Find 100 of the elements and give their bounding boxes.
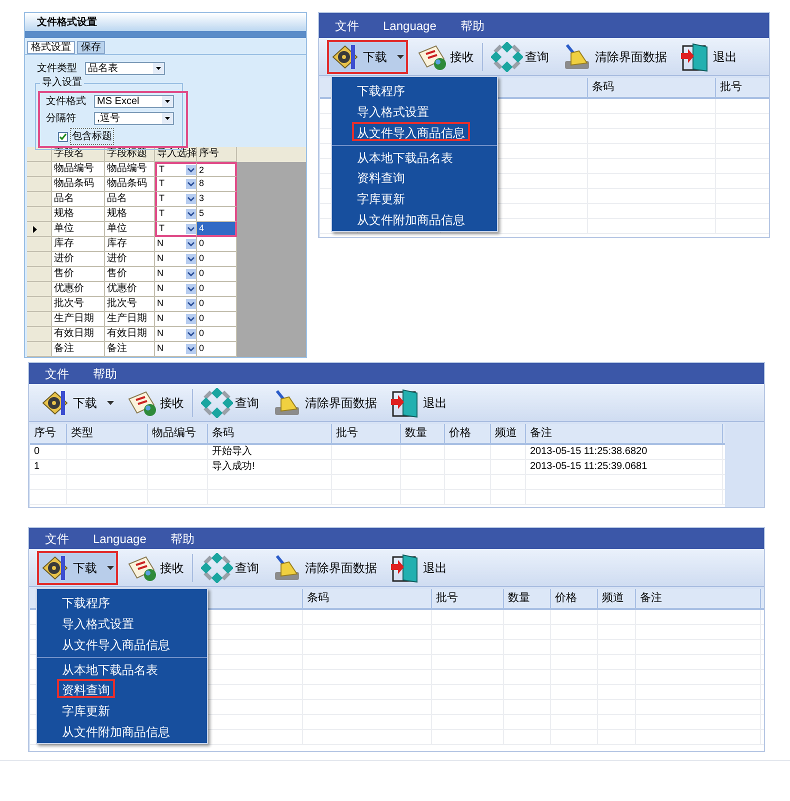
column-header[interactable]: 数量	[504, 589, 551, 608]
menu-option[interactable]: 下载程序	[352, 80, 410, 99]
column-header[interactable]: 批号	[716, 78, 769, 97]
column-header[interactable]: 类型	[67, 424, 148, 443]
menu-option[interactable]: 下载程序	[57, 592, 115, 611]
column-header[interactable]: 序号	[30, 424, 67, 443]
toolbar-button[interactable]: 退出	[385, 386, 451, 420]
menu-option[interactable]: 导入格式设置	[57, 613, 139, 632]
toolbar-button[interactable]: 查询	[197, 386, 263, 420]
toolbar-button[interactable]: 接收	[412, 40, 478, 74]
dropdown-cell[interactable]: N	[155, 327, 197, 342]
toolbar-button[interactable]: 查询	[197, 550, 263, 584]
table-cell[interactable]: 0	[197, 297, 237, 312]
column-header[interactable]: 条码	[588, 78, 716, 97]
column-header[interactable]: 频道	[491, 424, 526, 443]
table-cell: 有效日期	[52, 327, 105, 342]
table-cell: 库存	[105, 237, 155, 252]
menu-option[interactable]: 资料查询	[352, 167, 410, 186]
chevron-down-icon	[186, 239, 196, 249]
toolbar-button[interactable]: 退出	[675, 40, 741, 74]
dropdown-cell[interactable]: N	[155, 297, 197, 312]
column-header[interactable]: 数量	[401, 424, 445, 443]
table-cell: 生产日期	[105, 312, 155, 327]
table-cell[interactable]: 0	[197, 327, 237, 342]
menu-option[interactable]: 从本地下载品名表	[57, 658, 163, 678]
column-header[interactable]: 备注	[526, 424, 723, 443]
dropdown-cell[interactable]: T	[155, 162, 197, 177]
toolbar-button[interactable]: 清除界面数据	[267, 386, 381, 420]
menu-item[interactable]: 帮助	[93, 364, 117, 382]
dropdown-cell[interactable]: T	[155, 192, 197, 207]
column-header[interactable]: 价格	[551, 589, 598, 608]
field-label: 分隔符	[46, 112, 77, 126]
menu-item[interactable]: 帮助	[460, 16, 484, 34]
table-cell: 物品编号	[52, 162, 105, 177]
dropdown-cell[interactable]: T	[155, 222, 197, 237]
table-cell[interactable]: 0	[197, 267, 237, 282]
toolbar-button[interactable]: 下载	[37, 550, 118, 584]
tab[interactable]: 格式设置	[27, 41, 75, 54]
table-cell[interactable]: 0	[197, 342, 237, 357]
menu-item[interactable]: Language	[383, 16, 436, 34]
dropdown-cell[interactable]: N	[155, 312, 197, 327]
menu-option[interactable]: 从文件附加商品信息	[57, 721, 175, 740]
chevron-down-icon	[186, 344, 196, 354]
table-cell[interactable]: 0	[197, 252, 237, 267]
table-cell[interactable]: 8	[197, 177, 237, 192]
toolbar-button[interactable]: 清除界面数据	[557, 40, 671, 74]
toolbar-button[interactable]: 退出	[385, 550, 451, 584]
column-header[interactable]: 条码	[208, 424, 332, 443]
table-cell[interactable]: 0	[197, 282, 237, 297]
table-cell[interactable]: 3	[197, 192, 237, 207]
menu-option[interactable]: 从文件导入商品信息	[352, 122, 470, 141]
table-cell[interactable]: 5	[197, 207, 237, 222]
toolbar-button[interactable]: 接收	[122, 550, 188, 584]
menu-option[interactable]: 从文件导入商品信息	[57, 634, 175, 653]
table-cell: 规格	[52, 207, 105, 222]
column-header[interactable]: 批号	[432, 589, 504, 608]
table-cell[interactable]: 0	[197, 312, 237, 327]
dropdown-cell[interactable]: N	[155, 267, 197, 282]
menu-item[interactable]: Language	[93, 530, 146, 548]
column-header[interactable]: 价格	[445, 424, 491, 443]
toolbar-button[interactable]: 接收	[122, 386, 188, 420]
dropdown-field[interactable]: 品名表	[85, 62, 165, 75]
window-title: 文件格式设置	[37, 16, 97, 30]
chevron-down-icon	[186, 284, 196, 294]
menu-option[interactable]: 字库更新	[352, 188, 410, 207]
document-globe-icon	[126, 554, 158, 582]
menu-item[interactable]: 文件	[45, 530, 69, 548]
column-header[interactable]: 频道	[598, 589, 636, 608]
menu-option[interactable]: 资料查询	[57, 679, 115, 698]
table-cell[interactable]: 4	[197, 222, 237, 237]
menu-option[interactable]: 导入格式设置	[352, 101, 434, 120]
menu-item[interactable]: 帮助	[170, 530, 194, 548]
column-header[interactable]: 物品编号	[148, 424, 208, 443]
toolbar-button[interactable]: 清除界面数据	[267, 550, 381, 584]
dropdown-field[interactable]: MS Excel	[94, 95, 174, 108]
table-cell[interactable]: 0	[197, 237, 237, 252]
menu-item[interactable]: 文件	[45, 364, 69, 382]
dropdown-cell[interactable]: T	[155, 177, 197, 192]
row-header[interactable]	[27, 222, 52, 237]
dropdown-cell[interactable]: N	[155, 342, 197, 357]
menu-option[interactable]: 字库更新	[57, 700, 115, 719]
column-header[interactable]: 条码	[303, 589, 432, 608]
menu-option[interactable]: 从文件附加商品信息	[352, 209, 470, 228]
menu-item[interactable]: 文件	[335, 16, 359, 34]
dropdown-cell[interactable]: N	[155, 282, 197, 297]
toolbar-button[interactable]: 下载	[327, 40, 408, 74]
table-cell[interactable]: 2	[197, 162, 237, 177]
checkbox[interactable]	[58, 132, 68, 142]
dropdown-cell[interactable]: N	[155, 237, 197, 252]
chevron-down-icon	[186, 209, 196, 219]
menu-option[interactable]: 从本地下载品名表	[352, 146, 458, 166]
column-header[interactable]: 备注	[636, 589, 761, 608]
dropdown-cell[interactable]: N	[155, 252, 197, 267]
tab[interactable]: 保存	[77, 41, 105, 54]
toolbar-button[interactable]: 下载	[37, 386, 118, 420]
dropdown-field[interactable]: ,逗号	[94, 112, 174, 125]
dropdown-cell[interactable]: T	[155, 207, 197, 222]
group-title: 导入设置	[40, 77, 84, 89]
column-header[interactable]: 批号	[332, 424, 401, 443]
toolbar-button[interactable]: 查询	[487, 40, 553, 74]
